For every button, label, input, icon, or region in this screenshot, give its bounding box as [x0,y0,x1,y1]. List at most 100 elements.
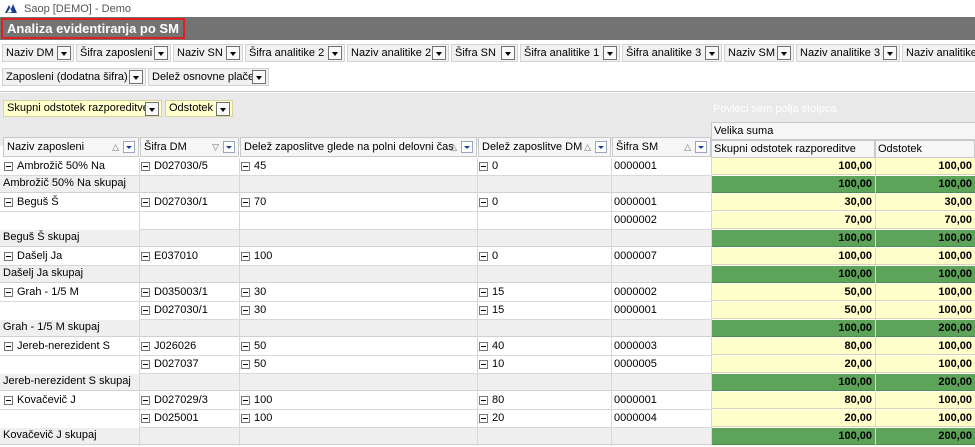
column-divider [139,158,140,446]
collapse-icon[interactable] [141,162,150,171]
chevron-down-icon[interactable] [57,46,71,60]
cell-delez: 70 [254,196,267,208]
cell-dm: D035003/1 [154,286,208,298]
filter-field-naziv-sn[interactable]: Naziv SN [173,44,243,62]
value-v1: 100,00 [711,248,875,265]
filter-dropdown-icon[interactable] [461,141,473,153]
filter-field-naziv-analitike-3[interactable]: Naziv analitike 3 [796,44,900,62]
row-header-label: Delež zaposlitve glede na polni delovni … [244,141,454,153]
filter-field-zaposleni-dodatna-sifra[interactable]: Zaposleni (dodatna šifra) [2,68,146,86]
filter-field-naziv-sm[interactable]: Naziv SM [724,44,794,62]
chevron-down-icon[interactable] [603,46,617,60]
collapse-icon[interactable] [479,288,488,297]
cell-delez_dm: 80 [492,394,505,406]
collapse-icon[interactable] [141,252,150,261]
chevron-down-icon[interactable] [252,70,266,84]
data-field-skupni-odstotek-razporeditve[interactable]: Skupni odstotek razporeditve [3,100,162,117]
filter-dropdown-icon[interactable] [123,141,135,153]
collapse-icon[interactable] [241,198,250,207]
collapse-icon[interactable] [4,162,13,171]
filter-dropdown-icon[interactable] [223,141,235,153]
filter-field-naziv-analitike-2[interactable]: Naziv analitike 2 [347,44,449,62]
collapse-icon[interactable] [479,198,488,207]
column-divider [477,158,478,446]
collapse-icon[interactable] [241,252,250,261]
collapse-icon[interactable] [241,288,250,297]
collapse-icon[interactable] [241,360,250,369]
saop-logo-icon [5,3,17,13]
chevron-down-icon[interactable] [129,70,143,84]
subtotal-row: Jereb-nerezident S skupaj [0,374,711,391]
sort-ascending-icon[interactable]: △ [684,141,691,153]
collapse-icon[interactable] [141,288,150,297]
cell-delez_dm: 40 [492,340,505,352]
filter-field-sifra-analitike-2[interactable]: Šifra analitike 2 [245,44,345,62]
cell-sm: 0000001 [614,394,657,406]
value-v2: 100,00 [875,338,975,355]
filter-dropdown-icon[interactable] [695,141,707,153]
chevron-down-icon[interactable] [216,102,230,116]
chevron-down-icon[interactable] [777,46,791,60]
grand-total-header: Velika suma [711,122,975,140]
collapse-icon[interactable] [141,306,150,315]
filter-field-label: Naziv analitike 2 [351,47,432,59]
chevron-down-icon[interactable] [501,46,515,60]
chevron-down-icon[interactable] [145,102,159,116]
chevron-down-icon[interactable] [154,46,168,60]
cell-delez_dm: 15 [492,286,505,298]
row-header-naziv-zaposleni[interactable]: Naziv zaposleni △ [3,137,139,157]
collapse-icon[interactable] [4,198,13,207]
collapse-icon[interactable] [479,414,488,423]
row-header-sifra-sm[interactable]: Šifra SM △ [612,137,711,157]
filter-field-naziv-dm[interactable]: Naziv DM [2,44,74,62]
data-field-odstotek[interactable]: Odstotek [165,100,233,117]
collapse-icon[interactable] [241,342,250,351]
collapse-icon[interactable] [479,342,488,351]
collapse-icon[interactable] [4,396,13,405]
collapse-icon[interactable] [479,396,488,405]
collapse-icon[interactable] [4,342,13,351]
row-header-delez-zaposlitve-glede-na-polni-delovni-cas[interactable]: Delež zaposlitve glede na polni delovni … [240,137,477,157]
chevron-down-icon[interactable] [432,46,446,60]
collapse-icon[interactable] [4,288,13,297]
column-divider [711,158,712,446]
filter-dropdown-icon[interactable] [595,141,607,153]
filter-field-sifra-zaposleni[interactable]: Šifra zaposleni [76,44,171,62]
subtotal-label: Dašelj Ja skupaj [3,267,84,279]
filter-field-sifra-analitike-1[interactable]: Šifra analitike 1 [520,44,620,62]
cell-dm: D025001 [154,412,199,424]
chevron-down-icon[interactable] [226,46,240,60]
value-v2: 100,00 [875,176,975,193]
filter-field-delez-osnovne-place[interactable]: Delež osnovne plače [148,68,269,86]
chevron-down-icon[interactable] [883,46,897,60]
collapse-icon[interactable] [241,306,250,315]
collapse-icon[interactable] [241,162,250,171]
collapse-icon[interactable] [141,414,150,423]
row-header-delez-zaposlitve-dm[interactable]: Delež zaposlitve DM △ [478,137,611,157]
filter-field-sifra-analitike-3[interactable]: Šifra analitike 3 [622,44,722,62]
chevron-down-icon[interactable] [328,46,342,60]
cell-delez_dm: 15 [492,304,505,316]
sort-ascending-icon[interactable]: △ [584,141,591,153]
collapse-icon[interactable] [241,414,250,423]
collapse-icon[interactable] [141,396,150,405]
cell-name: Grah - 1/5 M [17,286,79,298]
collapse-icon[interactable] [141,198,150,207]
collapse-icon[interactable] [241,396,250,405]
filter-field-naziv-analitike-1[interactable]: Naziv analitike 1 [902,44,975,62]
collapse-icon[interactable] [479,306,488,315]
filter-field-sifra-sn[interactable]: Šifra SN [451,44,518,62]
collapse-icon[interactable] [479,360,488,369]
row-header-sifra-dm[interactable]: Šifra DM ▽ [140,137,239,157]
collapse-icon[interactable] [4,252,13,261]
sort-ascending-icon[interactable]: △ [112,141,119,153]
value-header-label: Skupni odstotek razporeditve [714,143,856,155]
cell-delez: 100 [254,250,273,262]
collapse-icon[interactable] [141,360,150,369]
sort-ascending-icon[interactable]: △ [450,141,457,153]
sort-descending-icon[interactable]: ▽ [212,141,219,153]
collapse-icon[interactable] [479,162,488,171]
collapse-icon[interactable] [479,252,488,261]
collapse-icon[interactable] [141,342,150,351]
chevron-down-icon[interactable] [705,46,719,60]
